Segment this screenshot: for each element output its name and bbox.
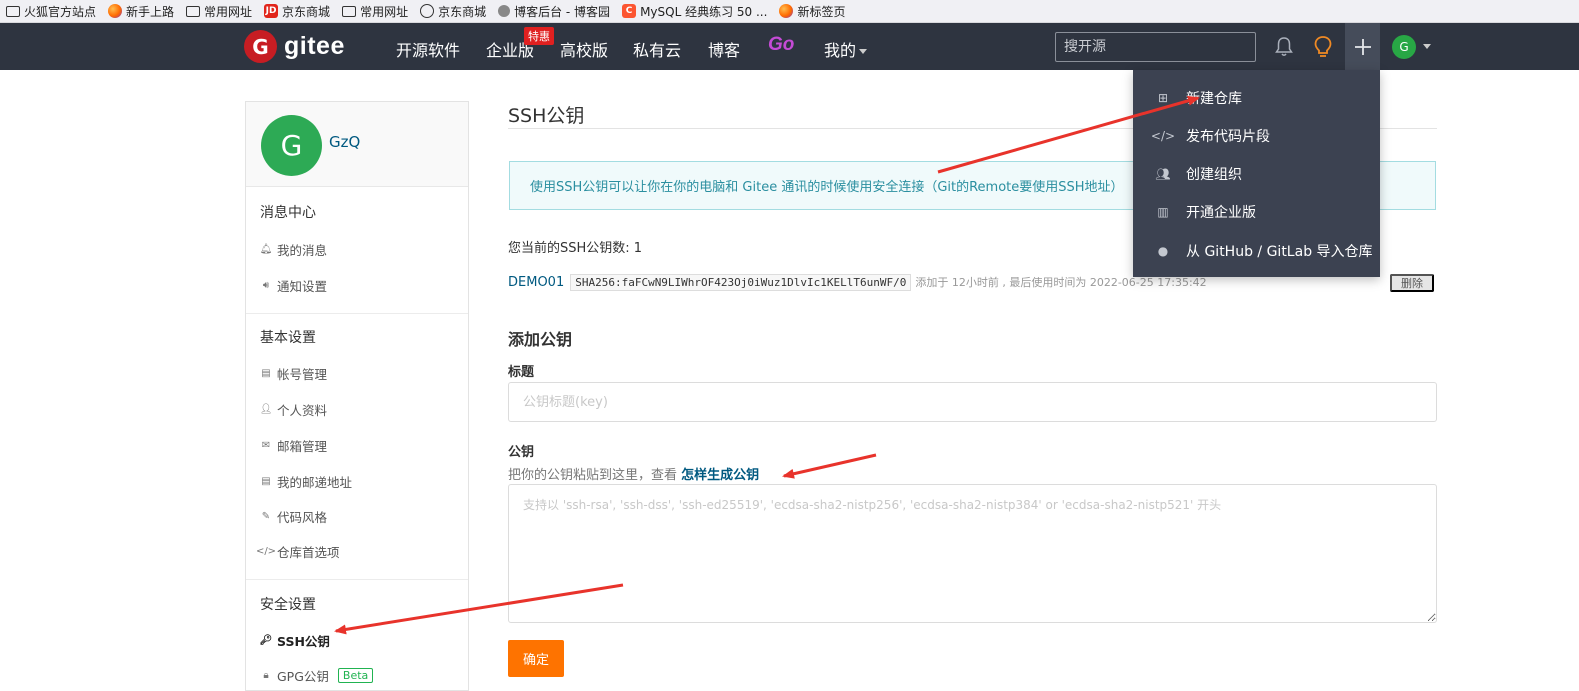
nav-mine-menu[interactable]: 我的: [824, 37, 868, 61]
hot-badge: 特惠: [524, 27, 554, 45]
bookmark-item[interactable]: 常用网址: [186, 3, 252, 20]
divider: [246, 579, 468, 580]
bookmark-item[interactable]: 火狐官方站点: [6, 3, 96, 20]
idcard-icon: ▤: [261, 476, 271, 487]
volume-icon: 🔊︎: [262, 280, 270, 291]
folder-icon: [186, 5, 201, 17]
building-icon: ▥: [1157, 205, 1169, 219]
username-link[interactable]: GzQ: [329, 133, 360, 151]
key-hint: 把你的公钥粘贴到这里，查看 怎样生成公钥: [508, 468, 760, 483]
globe-icon: [420, 4, 435, 18]
code-icon: </>: [1150, 129, 1176, 143]
firefox-icon: [108, 4, 123, 18]
csdn-icon: C: [622, 4, 637, 18]
mail-icon: ✉: [261, 440, 271, 451]
lightbulb-icon[interactable]: [1312, 35, 1334, 59]
lock-icon: 🔒︎: [263, 670, 269, 681]
top-navbar: G gitee 开源软件 企业版 特惠 高校版 私有云 博客 Go 我的 G: [0, 23, 1579, 70]
sidebar-item-ssh-keys[interactable]: 🔑︎ SSH公钥: [260, 631, 330, 650]
sidebar-item-repo-preferences[interactable]: </> 仓库首选项: [255, 542, 340, 561]
sidebar-item-code-style[interactable]: ✎ 代码风格: [260, 507, 327, 526]
bookmark-item[interactable]: 博客后台 - 博客园: [498, 3, 610, 20]
menu-item-import-repo[interactable]: ● 从 GitHub / GitLab 导入仓库: [1155, 241, 1373, 261]
bookmark-item[interactable]: 常用网址: [342, 3, 408, 20]
users-icon: 👥︎: [1155, 167, 1171, 181]
gitee-logo-mark: G: [244, 30, 277, 63]
cnblogs-icon: [498, 5, 511, 17]
delete-key-button[interactable]: 删除: [1390, 274, 1434, 292]
nav-link-education[interactable]: 高校版: [560, 37, 608, 61]
bookmark-item[interactable]: 新手上路: [108, 3, 174, 20]
sidebar-item-my-messages[interactable]: 🔔︎ 我的消息: [260, 240, 327, 259]
gitee-logo-text: gitee: [284, 32, 345, 60]
user-avatar-menu[interactable]: G: [1392, 35, 1416, 59]
menu-item-new-org[interactable]: 👥︎ 创建组织: [1155, 164, 1242, 184]
create-dropdown-menu: ⊞ 新建仓库 </> 发布代码片段 👥︎ 创建组织 ▥ 开通企业版 ● 从 GitHub …: [1133, 70, 1380, 277]
arrow-to-generate-link: [782, 453, 877, 479]
public-key-textarea[interactable]: [508, 484, 1437, 623]
code-icon: </>: [255, 546, 277, 557]
bell-icon: 🔔︎: [259, 244, 273, 255]
plus-square-icon: ⊞: [1157, 91, 1169, 105]
folder-icon: [342, 5, 357, 17]
folder-icon: [6, 5, 20, 17]
nav-link-open-source[interactable]: 开源软件: [396, 37, 460, 61]
sidebar-item-address[interactable]: ▤ 我的邮递地址: [260, 472, 352, 491]
nav-link-blog[interactable]: 博客: [708, 37, 740, 61]
page-title: SSH公钥: [508, 105, 585, 127]
bookmark-item[interactable]: 新标签页: [779, 3, 845, 20]
jd-icon: JD: [264, 4, 279, 18]
search-input[interactable]: [1055, 32, 1256, 62]
plus-icon: [1354, 38, 1371, 55]
ssh-key-name: DEMO01: [508, 274, 565, 290]
key-icon: 🔑︎: [259, 635, 273, 646]
section-title-messages: 消息中心: [260, 205, 316, 221]
title-label: 标题: [508, 365, 535, 380]
settings-sidebar: G GzQ 消息中心 🔔︎ 我的消息 🔊︎ 通知设置 基本设置 ▤ 帐号管理 👤︎ 个人…: [245, 101, 469, 691]
ssh-key-fingerprint: SHA256:faFCwN9LIWhrOF423Oj0iWuz1DlvIc1KE…: [570, 273, 912, 291]
ssh-key-count: 您当前的SSH公钥数: 1: [508, 241, 643, 256]
firefox-icon: [779, 4, 794, 18]
user-icon: 👤︎: [259, 404, 273, 415]
bookmark-item[interactable]: 京东商城: [420, 3, 486, 20]
beta-badge: Beta: [337, 668, 374, 683]
how-to-generate-link[interactable]: 怎样生成公钥: [681, 468, 759, 483]
key-title-input[interactable]: [508, 382, 1437, 422]
sidebar-item-email[interactable]: ✉ 邮箱管理: [260, 436, 327, 455]
section-title-basic: 基本设置: [260, 330, 316, 346]
bookmarks-bar: 火狐官方站点 新手上路 常用网址 JD 京东商城 常用网址 京东商城 博客后台 -…: [0, 0, 1579, 23]
chevron-down-icon: [859, 49, 868, 54]
gitee-logo[interactable]: G gitee: [244, 30, 345, 63]
menu-item-new-repo[interactable]: ⊞ 新建仓库: [1155, 88, 1242, 108]
nav-link-private-cloud[interactable]: 私有云: [633, 37, 681, 61]
menu-item-enterprise[interactable]: ▥ 开通企业版: [1155, 202, 1256, 222]
chevron-down-icon[interactable]: [1423, 44, 1431, 49]
key-label: 公钥: [508, 445, 535, 460]
add-key-heading: 添加公钥: [508, 330, 573, 349]
idcard-icon: ▤: [261, 368, 271, 379]
bookmark-item[interactable]: JD 京东商城: [264, 3, 330, 20]
create-plus-button[interactable]: [1345, 23, 1380, 70]
section-title-security: 安全设置: [260, 597, 316, 613]
divider: [246, 313, 468, 314]
nav-link-go[interactable]: Go: [768, 34, 794, 56]
submit-button[interactable]: 确定: [508, 640, 564, 677]
avatar[interactable]: G: [261, 115, 322, 176]
menu-item-new-snippet[interactable]: </> 发布代码片段: [1150, 126, 1270, 146]
sidebar-item-notification-settings[interactable]: 🔊︎ 通知设置: [260, 276, 327, 295]
bookmark-item[interactable]: C MySQL 经典练习 50 ...: [622, 3, 767, 20]
sidebar-item-account[interactable]: ▤ 帐号管理: [260, 364, 327, 383]
bell-icon[interactable]: [1274, 36, 1294, 58]
user-header: G GzQ: [246, 102, 468, 187]
sidebar-item-gpg-keys[interactable]: 🔒︎ GPG公钥 Beta: [260, 666, 374, 685]
brush-icon: ✎: [261, 511, 271, 522]
github-icon: ●: [1157, 244, 1169, 258]
sidebar-item-profile[interactable]: 👤︎ 个人资料: [260, 400, 327, 419]
